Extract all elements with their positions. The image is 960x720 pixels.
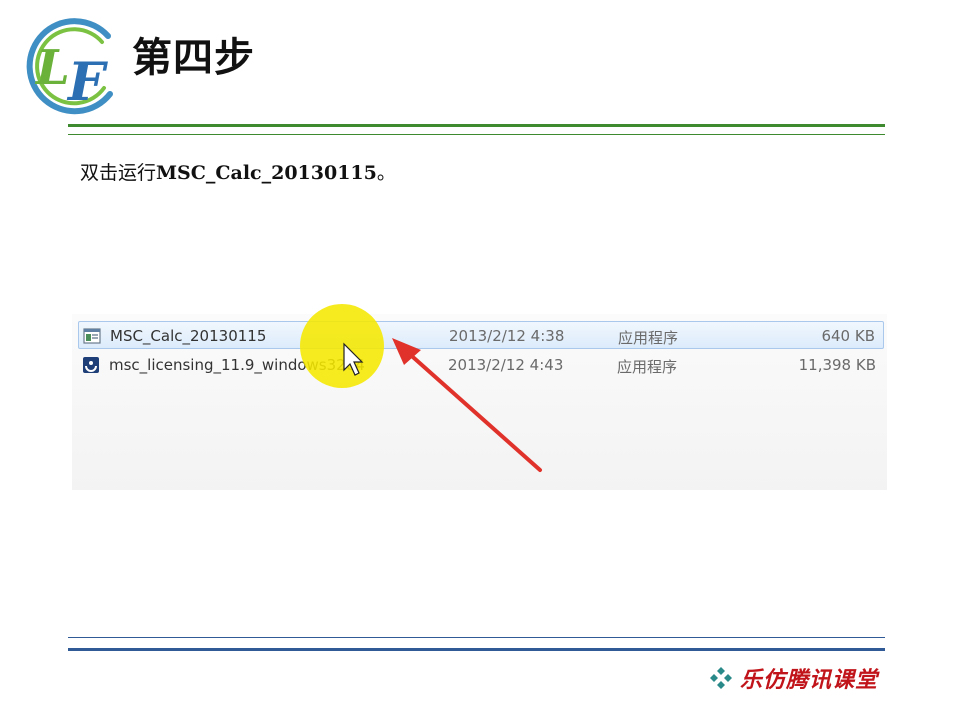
instruction-prefix: 双击运行 <box>80 162 157 184</box>
file-size: 640 KB <box>821 327 875 345</box>
file-date: 2013/2/12 4:43 <box>448 356 564 374</box>
footer-divider-thick <box>68 648 885 651</box>
lf-logo: L F <box>26 18 113 115</box>
file-row-msc-calc[interactable]: MSC_Calc_20130115 2013/2/12 4:38 应用程序 64… <box>78 321 884 349</box>
installer-icon <box>83 357 99 373</box>
instruction-suffix: 。 <box>376 162 396 184</box>
footer-brand: 乐仿腾讯课堂 <box>708 663 878 693</box>
footer-divider-thin <box>68 637 885 638</box>
file-type: 应用程序 <box>618 329 679 347</box>
instruction-text: 双击运行MSC_Calc_20130115。 <box>80 158 396 185</box>
exe-window-icon <box>83 328 101 344</box>
page-title: 第四步 <box>132 35 255 81</box>
svg-text:F: F <box>66 52 108 113</box>
diamond-cluster-icon <box>710 667 732 689</box>
file-date: 2013/2/12 4:38 <box>449 327 565 345</box>
title-divider-thick <box>68 124 885 127</box>
file-list: MSC_Calc_20130115 2013/2/12 4:38 应用程序 64… <box>72 314 887 490</box>
svg-text:L: L <box>34 40 70 96</box>
title-divider-thin <box>68 134 885 135</box>
file-name: msc_licensing_11.9_windows3264 <box>109 356 365 374</box>
instruction-command: MSC_Calc_20130115 <box>156 162 377 184</box>
file-type: 应用程序 <box>617 358 678 376</box>
file-name: MSC_Calc_20130115 <box>110 327 267 345</box>
file-row-msc-licensing[interactable]: msc_licensing_11.9_windows3264 2013/2/12… <box>78 351 884 379</box>
file-size: 11,398 KB <box>798 356 876 374</box>
brand-name: 乐仿腾讯课堂 <box>740 667 879 693</box>
